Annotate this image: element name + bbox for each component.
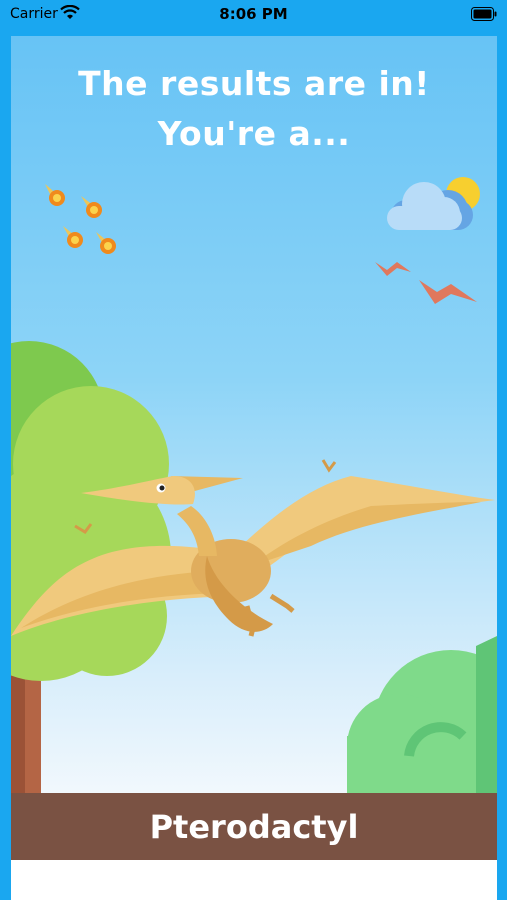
battery-icon [471, 7, 497, 21]
status-time: 8:06 PM [219, 5, 288, 23]
cloud-sun-icon [387, 177, 480, 230]
result-card: The results are in! You're a... Pterodac… [11, 36, 497, 900]
meteor-icon [45, 184, 116, 254]
status-bar: Carrier 8:06 PM [0, 0, 507, 32]
bottom-area [11, 860, 497, 900]
results-headline: The results are in! [78, 64, 430, 103]
dinosaur-name: Pterodactyl [149, 807, 359, 846]
results-subheadline: You're a... [157, 114, 351, 153]
dinosaur-result-banner: Pterodactyl [11, 793, 497, 860]
bush-icon [347, 636, 497, 793]
distant-birds-icon [375, 262, 477, 304]
result-scene: The results are in! You're a... [11, 36, 497, 793]
